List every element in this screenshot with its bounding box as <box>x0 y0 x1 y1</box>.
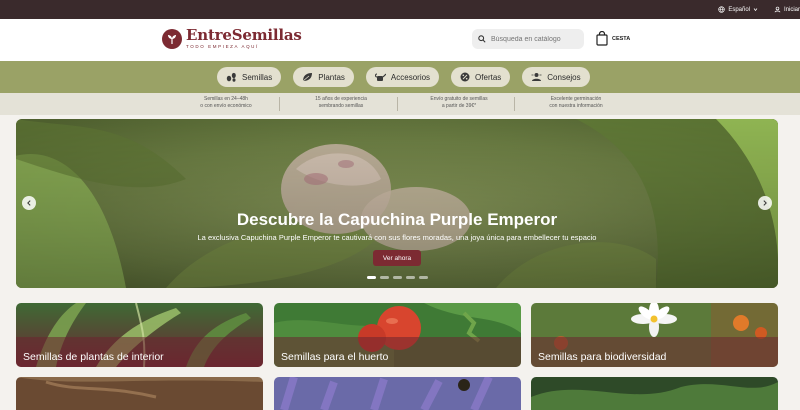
category-card-interior[interactable]: Semillas de plantas de interior <box>16 303 263 367</box>
category-card-huerto[interactable]: Semillas para el huerto <box>274 303 521 367</box>
slide-dot[interactable] <box>393 276 402 279</box>
advice-icon <box>531 73 542 81</box>
site-header: EntreSemillas TODO EMPIEZA AQUÍ CESTA <box>0 19 800 61</box>
category-card-row2-3[interactable] <box>531 377 778 410</box>
category-card-row2-2[interactable] <box>274 377 521 410</box>
slider-dots <box>367 276 428 279</box>
hero-slider: Descubre la Capuchina Purple Emperor La … <box>16 119 778 288</box>
divider <box>397 97 398 111</box>
category-label: Semillas de plantas de interior <box>23 351 164 363</box>
divider <box>279 97 280 111</box>
brand-logo[interactable]: EntreSemillas TODO EMPIEZA AQUÍ <box>162 28 302 49</box>
category-card-row2-1[interactable] <box>16 377 263 410</box>
hero-title: Descubre la Capuchina Purple Emperor <box>236 210 558 229</box>
category-card-biodiversidad[interactable]: Semillas para biodiversidad <box>531 303 778 367</box>
language-selector[interactable]: Español <box>718 6 758 13</box>
cart-label: CESTA <box>612 35 631 42</box>
nav-item-accesorios[interactable]: Accesorios <box>365 67 440 87</box>
chevron-down-icon <box>753 8 758 12</box>
card-image-bark <box>16 377 263 410</box>
feature-item: Excelente germinación con nuestra inform… <box>549 96 603 109</box>
nav-label: Plantas <box>318 72 345 82</box>
nav-item-ofertas[interactable]: Ofertas <box>451 67 511 87</box>
shopping-bag-icon <box>596 31 608 46</box>
nav-item-semillas[interactable]: Semillas <box>217 67 282 87</box>
nav-label: Semillas <box>242 72 273 82</box>
nav-item-consejos[interactable]: Consejos <box>522 67 590 87</box>
chevron-right-icon <box>763 200 767 206</box>
feature-item: 15 años de experiencia sembrando semilla… <box>315 96 367 109</box>
brand-name: EntreSemillas <box>186 26 302 44</box>
category-label: Semillas para biodiversidad <box>538 351 667 363</box>
slide-dot[interactable] <box>367 276 376 279</box>
prev-slide-button[interactable] <box>22 196 36 210</box>
card-image-lavender <box>274 377 521 410</box>
login-label: Iniciar <box>783 6 800 13</box>
hero-subtitle: La exclusiva Capuchina Purple Emperor te… <box>197 233 597 242</box>
category-label: Semillas para el huerto <box>281 351 389 363</box>
login-link[interactable]: Iniciar <box>774 6 800 13</box>
top-bar: Español Iniciar <box>0 0 800 19</box>
seeds-icon <box>226 72 236 82</box>
nav-label: Accesorios <box>390 72 431 82</box>
main-nav: Semillas Plantas Accesorios Ofertas Cons… <box>0 61 800 93</box>
search-input[interactable] <box>491 35 579 43</box>
cart-button[interactable]: CESTA <box>596 31 630 46</box>
next-slide-button[interactable] <box>758 196 772 210</box>
brand-tagline: TODO EMPIEZA AQUÍ <box>186 44 259 49</box>
card-image-conifer <box>531 377 778 410</box>
discount-badge-icon <box>460 72 470 82</box>
hero-cta-button[interactable]: Ver ahora <box>373 250 421 266</box>
watering-can-icon <box>374 73 386 81</box>
nav-label: Consejos <box>547 72 581 82</box>
feature-strip: Semillas en 24–48h o con envío económico… <box>0 93 800 115</box>
language-label: Español <box>728 6 750 13</box>
user-icon <box>774 6 781 13</box>
feature-item: Envío gratuito de semillas a partir de 3… <box>430 96 488 109</box>
slide-dot[interactable] <box>380 276 389 279</box>
seed-logo-icon <box>162 28 182 49</box>
globe-icon <box>718 6 725 13</box>
slide-dot[interactable] <box>419 276 428 279</box>
divider <box>514 97 515 111</box>
search-icon <box>478 35 486 43</box>
nav-item-plantas[interactable]: Plantas <box>293 67 354 87</box>
slide-dot[interactable] <box>406 276 415 279</box>
chevron-left-icon <box>27 200 31 206</box>
leaf-icon <box>302 73 313 82</box>
nav-label: Ofertas <box>475 72 502 82</box>
search-box[interactable] <box>472 29 584 49</box>
feature-item: Semillas en 24–48h o con envío económico <box>200 96 252 109</box>
